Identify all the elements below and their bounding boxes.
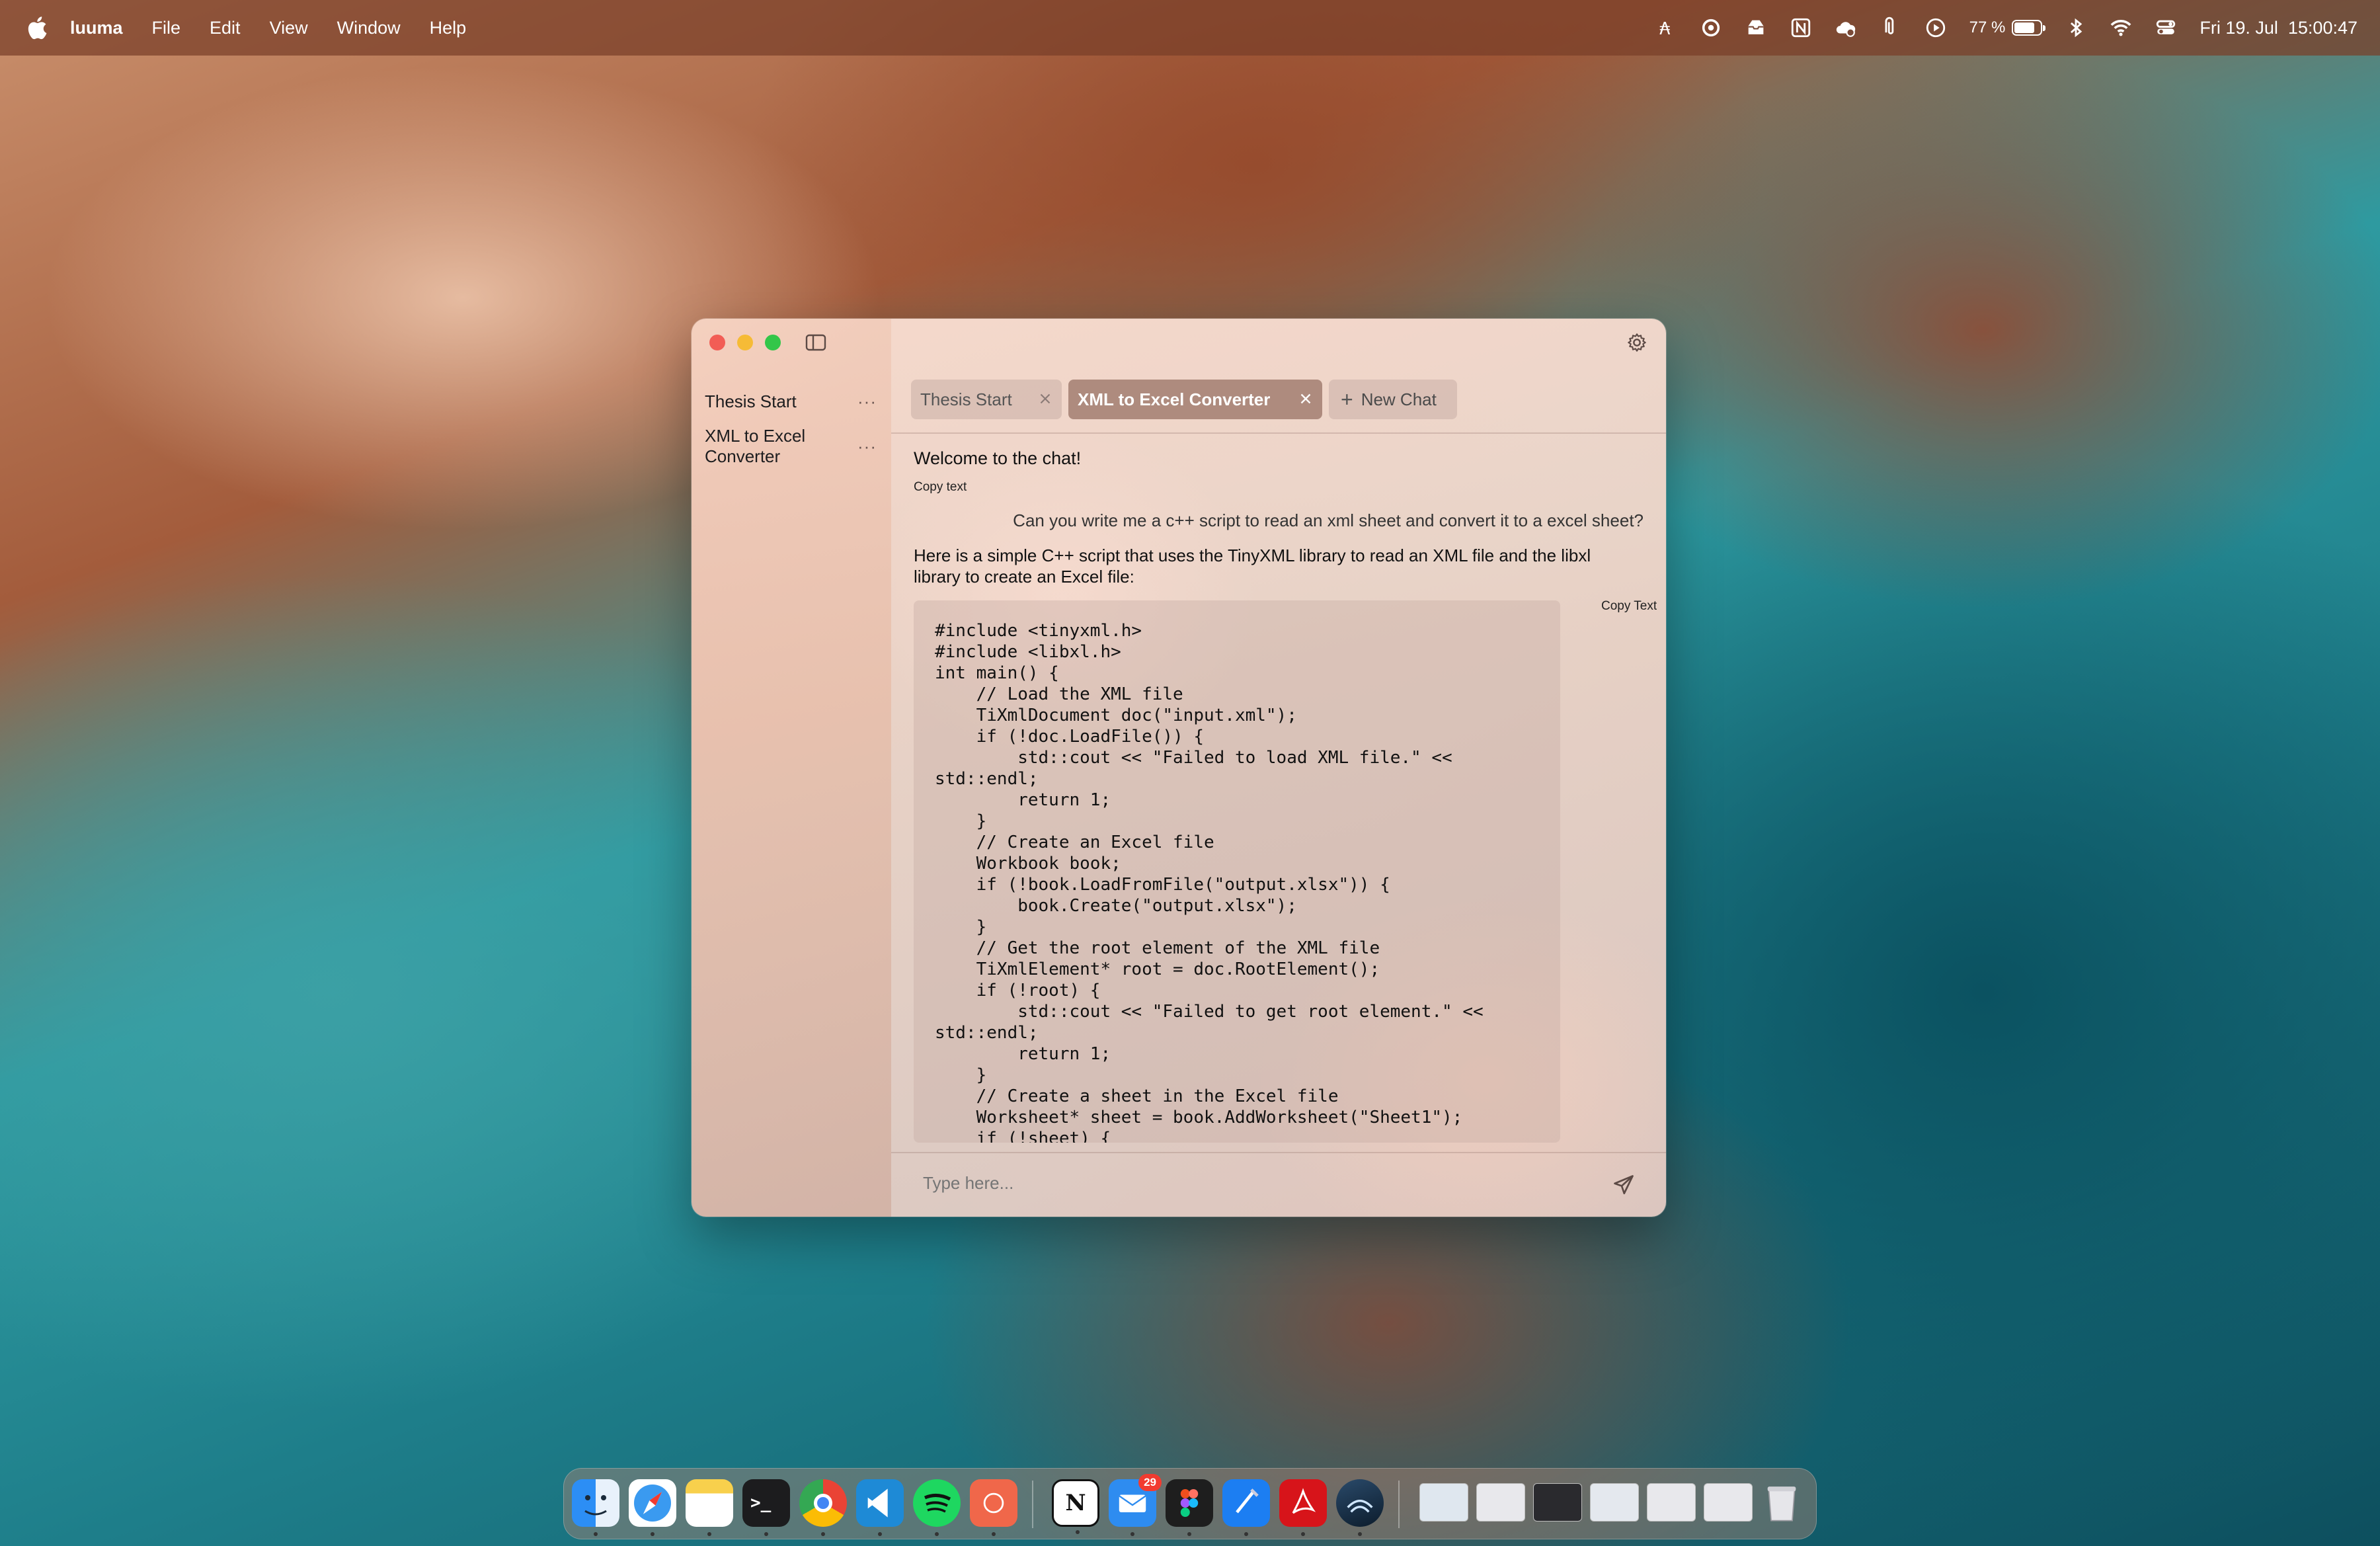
cloud-icon[interactable] bbox=[1835, 17, 1857, 39]
mail-badge: 29 bbox=[1138, 1474, 1162, 1491]
copy-code-button[interactable]: Copy Text bbox=[1601, 599, 1657, 614]
minimize-window-button[interactable] bbox=[737, 335, 753, 350]
menubar-datetime[interactable]: Fri 19. Jul 15:00:47 bbox=[2200, 18, 2358, 38]
inbox-icon[interactable] bbox=[1745, 17, 1767, 39]
running-indicator bbox=[992, 1532, 996, 1536]
battery-percent: 77 % bbox=[1969, 19, 2006, 36]
running-indicator bbox=[1076, 1530, 1080, 1534]
dock-separator bbox=[1032, 1481, 1033, 1528]
wallpaper-app-icon[interactable] bbox=[1336, 1479, 1384, 1536]
trash-icon[interactable] bbox=[1758, 1479, 1805, 1527]
minimized-window-thumbnail[interactable] bbox=[1647, 1483, 1696, 1522]
running-indicator bbox=[707, 1532, 711, 1536]
notion-icon[interactable] bbox=[1790, 17, 1812, 39]
menu-edit[interactable]: Edit bbox=[210, 18, 241, 38]
assistant-message: Here is a simple C++ script that uses th… bbox=[914, 546, 1591, 587]
running-indicator bbox=[764, 1532, 768, 1536]
close-tab-icon[interactable] bbox=[1037, 390, 1054, 407]
tab-thesis-start[interactable]: Thesis Start bbox=[911, 380, 1062, 419]
notes-icon[interactable] bbox=[686, 1479, 733, 1536]
tab-label: XML to Excel Converter bbox=[1078, 389, 1271, 409]
apple-icon[interactable] bbox=[25, 15, 48, 41]
menu-file[interactable]: File bbox=[152, 18, 181, 38]
app-window: Thesis Start ··· XML to Excel Converter … bbox=[692, 319, 1666, 1217]
running-indicator bbox=[1244, 1532, 1248, 1536]
settings-gear-icon[interactable] bbox=[1626, 332, 1647, 353]
terminal-icon[interactable]: >_ bbox=[742, 1479, 790, 1536]
zoom-window-button[interactable] bbox=[765, 335, 781, 350]
battery-indicator[interactable]: 77 % bbox=[1969, 19, 2046, 37]
dock: >_ N 29 bbox=[563, 1468, 1817, 1539]
running-indicator bbox=[1187, 1532, 1191, 1536]
bluetooth-icon[interactable] bbox=[2065, 17, 2087, 39]
minimized-window-thumbnail[interactable] bbox=[1419, 1483, 1468, 1522]
dock-separator bbox=[1398, 1481, 1400, 1528]
running-indicator bbox=[935, 1532, 939, 1536]
svg-text:₳: ₳ bbox=[1659, 19, 1670, 39]
paperclip-icon[interactable] bbox=[1880, 17, 1902, 39]
tab-xml-to-excel-converter[interactable]: XML to Excel Converter bbox=[1068, 380, 1322, 419]
running-indicator bbox=[821, 1532, 825, 1536]
app-name-menu[interactable]: luuma bbox=[70, 18, 123, 38]
chrome-icon[interactable] bbox=[799, 1479, 847, 1536]
running-indicator bbox=[594, 1532, 598, 1536]
menu-bar: luuma File Edit View Window Help ₳ 77 % bbox=[0, 0, 2380, 56]
code-block: #include <tinyxml.h> #include <libxl.h> … bbox=[914, 600, 1560, 1143]
send-icon[interactable] bbox=[1612, 1173, 1636, 1197]
new-chat-label: New Chat bbox=[1361, 389, 1437, 409]
notion-app-icon[interactable]: N bbox=[1052, 1479, 1099, 1534]
running-indicator bbox=[878, 1532, 882, 1536]
figma-icon[interactable] bbox=[1166, 1479, 1213, 1536]
welcome-message: Welcome to the chat! bbox=[914, 448, 1082, 468]
spotify-icon[interactable] bbox=[913, 1479, 961, 1536]
finder-icon[interactable] bbox=[572, 1479, 619, 1536]
sidebar-item-thesis-start[interactable]: Thesis Start ··· bbox=[705, 391, 883, 412]
chat-tabs: Thesis Start XML to Excel Converter + Ne… bbox=[911, 380, 1457, 419]
sidebar-item-xml-to-excel-converter[interactable]: XML to Excel Converter ··· bbox=[705, 426, 883, 467]
close-tab-icon[interactable] bbox=[1297, 390, 1314, 407]
vscode-icon[interactable] bbox=[856, 1479, 904, 1536]
rotation-icon[interactable] bbox=[1700, 17, 1722, 39]
sidebar: Thesis Start ··· XML to Excel Converter … bbox=[692, 319, 891, 1217]
control-center-icon[interactable] bbox=[2155, 17, 2177, 39]
minimized-window-thumbnail[interactable] bbox=[1704, 1483, 1753, 1522]
running-indicator bbox=[1130, 1532, 1134, 1536]
message-input[interactable] bbox=[923, 1173, 1518, 1194]
close-window-button[interactable] bbox=[709, 335, 725, 350]
tab-label: Thesis Start bbox=[920, 389, 1012, 409]
xcode-icon[interactable] bbox=[1222, 1479, 1270, 1536]
tabs-divider bbox=[891, 432, 1666, 434]
plus-icon: + bbox=[1341, 387, 1353, 411]
minimized-window-thumbnail[interactable] bbox=[1533, 1483, 1582, 1522]
sidebar-item-label: Thesis Start bbox=[705, 391, 797, 411]
chat-main-panel: Thesis Start XML to Excel Converter + Ne… bbox=[891, 319, 1666, 1217]
play-icon[interactable] bbox=[1924, 17, 1947, 39]
safari-icon[interactable] bbox=[629, 1479, 676, 1536]
menu-window[interactable]: Window bbox=[337, 18, 401, 38]
wifi-icon[interactable] bbox=[2110, 17, 2132, 39]
more-options-icon[interactable]: ··· bbox=[857, 391, 877, 412]
sidebar-toggle-icon[interactable] bbox=[805, 333, 826, 352]
pen-icon[interactable]: ₳ bbox=[1655, 17, 1677, 39]
minimized-window-thumbnail[interactable] bbox=[1590, 1483, 1639, 1522]
acrobat-icon[interactable] bbox=[1279, 1479, 1327, 1536]
battery-fill bbox=[2014, 22, 2034, 33]
code-content: #include <tinyxml.h> #include <libxl.h> … bbox=[935, 621, 1484, 1143]
user-message: Can you write me a c++ script to read an… bbox=[1013, 510, 1644, 530]
menu-help[interactable]: Help bbox=[430, 18, 467, 38]
copy-text-button[interactable]: Copy text bbox=[914, 480, 967, 495]
minimized-window-thumbnail[interactable] bbox=[1476, 1483, 1525, 1522]
menu-view[interactable]: View bbox=[270, 18, 308, 38]
vpn-app-icon[interactable] bbox=[970, 1479, 1017, 1536]
running-indicator bbox=[651, 1532, 654, 1536]
battery-icon bbox=[2012, 20, 2046, 36]
sidebar-item-label: XML to Excel Converter bbox=[705, 426, 806, 466]
window-controls bbox=[709, 335, 781, 350]
mail-icon[interactable]: 29 bbox=[1109, 1474, 1162, 1536]
running-indicator bbox=[1358, 1532, 1362, 1536]
new-chat-button[interactable]: + New Chat bbox=[1329, 380, 1457, 419]
running-indicator bbox=[1301, 1532, 1305, 1536]
more-options-icon[interactable]: ··· bbox=[857, 436, 877, 457]
message-input-bar bbox=[891, 1152, 1666, 1217]
